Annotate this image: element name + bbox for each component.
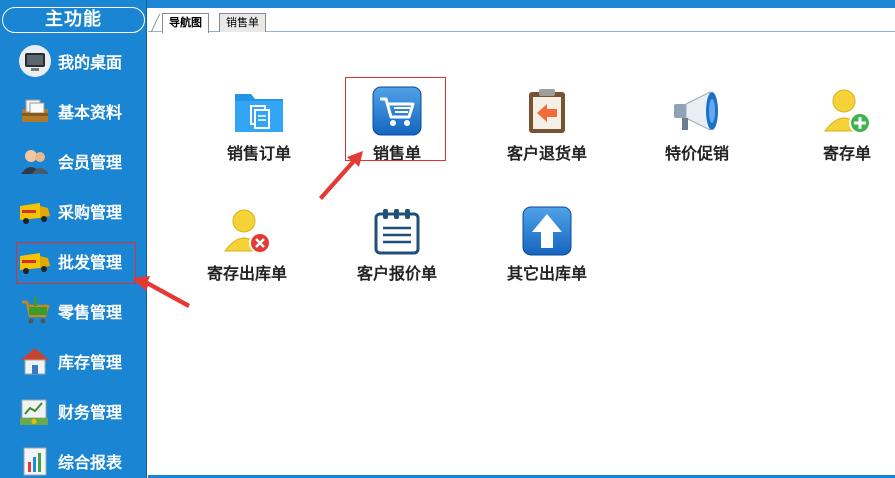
tile-label: 其它出库单 [506,264,587,283]
sidebar-item-purchase[interactable]: 采购管理 [0,186,147,236]
sidebar-item-label: 综合报表 [58,453,123,472]
return-clipboard-icon [520,84,574,138]
tile-label: 客户报价单 [356,264,437,283]
user-add-icon [820,84,874,138]
tile-customer-quote[interactable]: 客户报价单 [342,204,452,294]
sidebar-item-members[interactable]: 会员管理 [0,136,147,186]
sidebar-item-label: 零售管理 [58,303,123,322]
members-icon [18,144,52,178]
sidebar-nav: 我的桌面 基本资料 会员管理 采购管理 批发管理 零售管理 库存管理 财务管理 … [0,36,147,478]
sidebar-item-basic-info[interactable]: 基本资料 [0,86,147,136]
app-window: 主功能 我的桌面 基本资料 会员管理 采购管理 批发管理 零售管理 库存管理 财… [0,0,895,478]
tab-sales-order[interactable]: 销售单 [219,13,266,32]
report-chart-icon [18,444,52,478]
tile-label: 销售单 [372,144,421,163]
truck-icon [18,244,52,278]
tile-label: 客户退货单 [506,144,587,163]
tile-customer-return[interactable]: 客户退货单 [492,84,602,174]
tile-label: 特价促销 [664,144,729,163]
tile-other-outbound[interactable]: 其它出库单 [492,204,602,294]
sidebar: 主功能 我的桌面 基本资料 会员管理 采购管理 批发管理 零售管理 库存管理 财… [0,0,147,478]
tab-strip: 导航图 销售单 [148,8,895,33]
truck-icon [18,194,52,228]
tile-sales-slip[interactable]: 销售单 [342,84,452,174]
sidebar-item-reports[interactable]: 综合报表 [0,436,147,478]
desktop-icon [18,44,52,78]
tab-navigation-map[interactable]: 导航图 [162,13,209,33]
sidebar-item-label: 财务管理 [58,403,123,422]
tile-label: 销售订单 [226,144,291,163]
sidebar-item-inventory[interactable]: 库存管理 [0,336,147,386]
tile-consignment-out[interactable]: 寄存出库单 [192,204,302,294]
sidebar-item-label: 会员管理 [58,153,123,172]
tile-consignment[interactable]: 寄存单 [792,84,895,174]
sidebar-item-retail[interactable]: 零售管理 [0,286,147,336]
money-icon [18,394,52,428]
shopping-cart-icon [18,294,52,328]
megaphone-icon [670,84,724,138]
shopping-cart-icon [370,84,424,138]
sidebar-item-label: 批发管理 [58,253,123,272]
tile-special-promotion[interactable]: 特价促销 [642,84,752,174]
sidebar-item-desktop[interactable]: 我的桌面 [0,36,147,86]
sidebar-item-label: 我的桌面 [58,53,123,72]
sidebar-item-label: 库存管理 [58,353,123,372]
sidebar-title: 主功能 [2,7,145,33]
notepad-icon [370,204,424,258]
sidebar-item-label: 基本资料 [58,103,123,122]
tile-label: 寄存出库单 [206,264,287,283]
sidebar-item-label: 采购管理 [58,203,123,222]
sidebar-item-wholesale[interactable]: 批发管理 [0,236,147,286]
main-content: 导航图 销售单 销售订单 销售单 客户退货单 特价促销 寄存单 寄存出库单 客户… [148,8,895,478]
sidebar-item-finance[interactable]: 财务管理 [0,386,147,436]
house-icon [18,344,52,378]
tile-label: 寄存单 [822,144,871,163]
files-box-icon [18,94,52,128]
user-remove-icon [220,204,274,258]
folder-document-icon [232,84,286,138]
up-arrow-icon [520,204,574,258]
tile-sales-order[interactable]: 销售订单 [204,84,314,174]
